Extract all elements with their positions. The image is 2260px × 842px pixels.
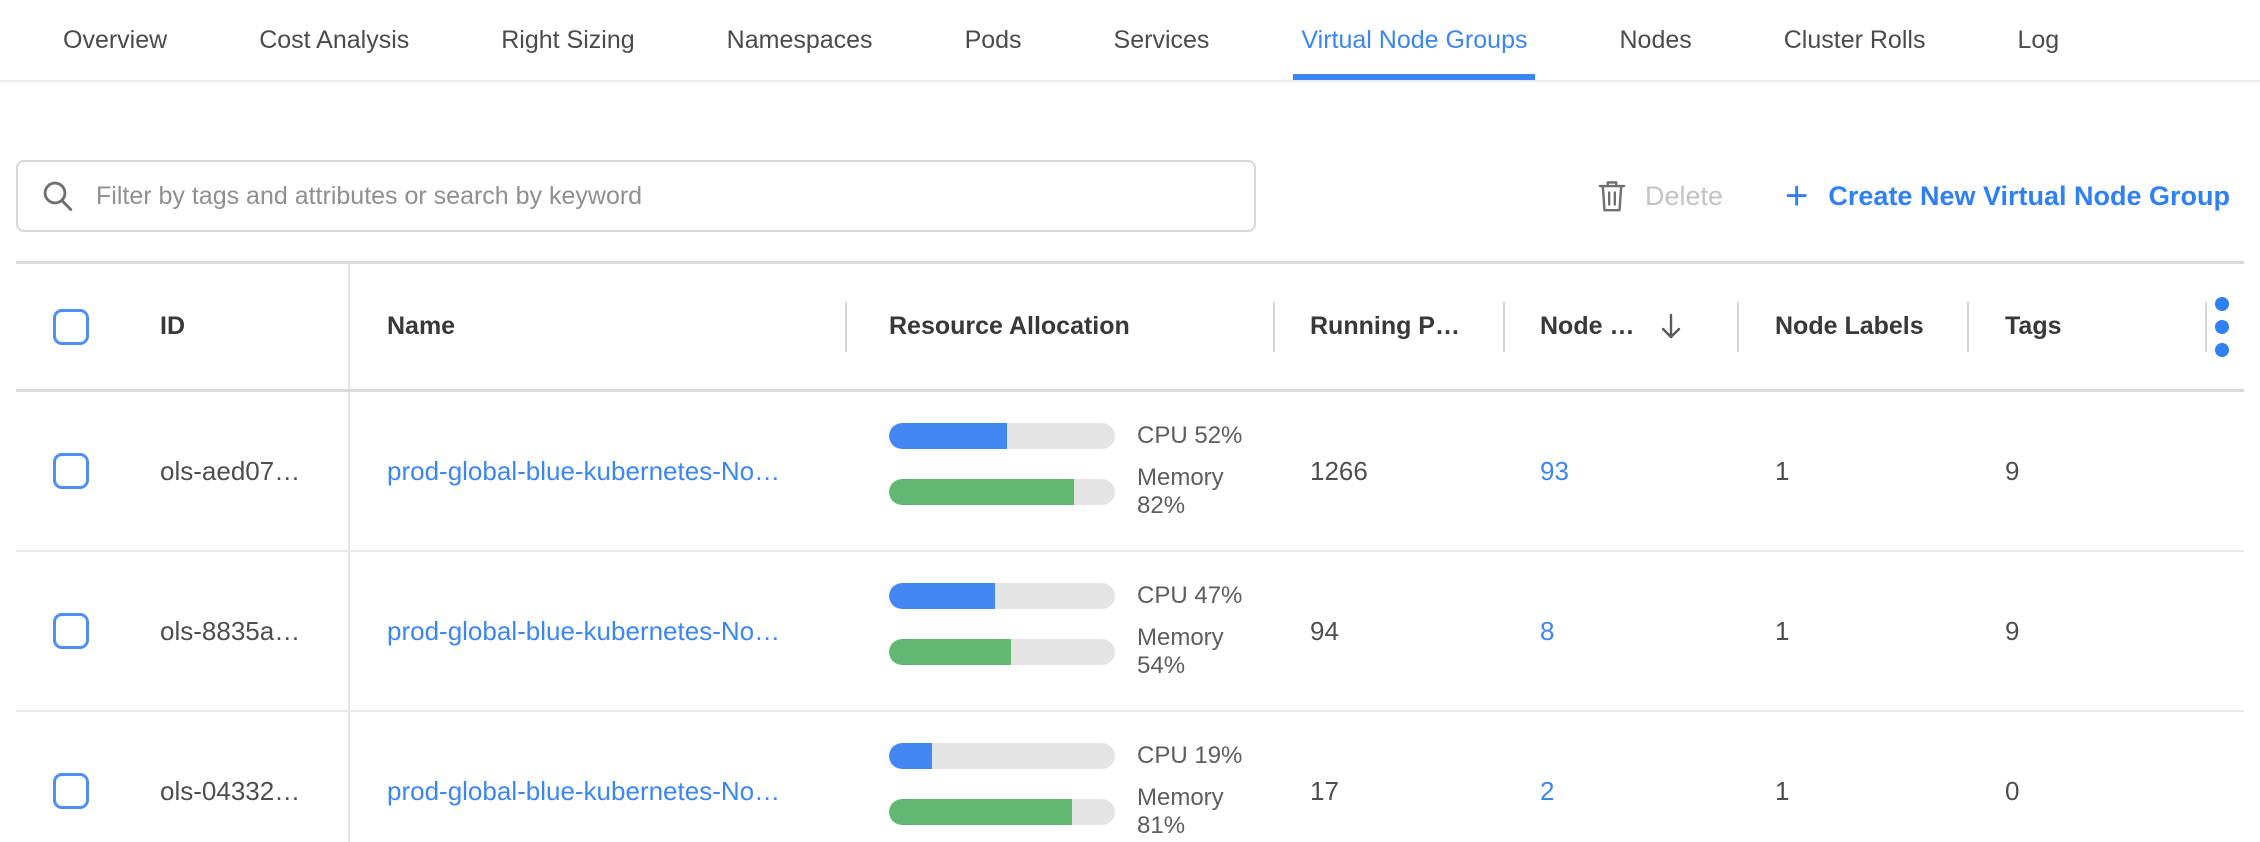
sort-descending-icon[interactable] bbox=[1658, 311, 1684, 343]
cpu-label: CPU 52% bbox=[1137, 422, 1242, 450]
header-node-labels[interactable]: Node Labels bbox=[1737, 264, 1967, 389]
toolbar-actions: Delete + Create New Virtual Node Group bbox=[1595, 176, 2244, 216]
column-divider bbox=[845, 302, 847, 352]
header-select-all-cell bbox=[16, 264, 110, 389]
vng-name-link[interactable]: prod-global-blue-kubernetes-No… bbox=[387, 616, 780, 647]
memory-bar bbox=[889, 799, 1115, 825]
search-icon bbox=[40, 178, 76, 214]
resource-allocation-cell: CPU 47% Memory 54% bbox=[845, 552, 1273, 710]
tab-overview[interactable]: Overview bbox=[63, 0, 167, 80]
create-virtual-node-group-button[interactable]: + Create New Virtual Node Group bbox=[1785, 176, 2230, 216]
toolbar: Delete + Create New Virtual Node Group bbox=[16, 160, 2244, 232]
top-tab-bar: Overview Cost Analysis Right Sizing Name… bbox=[0, 0, 2260, 82]
tab-pods[interactable]: Pods bbox=[965, 0, 1022, 80]
tab-cost-analysis[interactable]: Cost Analysis bbox=[259, 0, 409, 80]
tab-services[interactable]: Services bbox=[1114, 0, 1210, 80]
virtual-node-groups-table: ID Name Resource Allocation Running P… N… bbox=[16, 261, 2244, 842]
tab-nodes[interactable]: Nodes bbox=[1619, 0, 1691, 80]
memory-label: Memory 81% bbox=[1137, 784, 1273, 840]
running-pods-value: 17 bbox=[1273, 712, 1503, 842]
node-labels-value: 1 bbox=[1737, 552, 1967, 710]
select-all-checkbox[interactable] bbox=[53, 309, 89, 345]
resource-allocation-cell: CPU 19% Memory 81% bbox=[845, 712, 1273, 842]
vng-name-link[interactable]: prod-global-blue-kubernetes-No… bbox=[387, 776, 780, 807]
vng-id: ols-aed07… bbox=[110, 392, 348, 550]
node-labels-value: 1 bbox=[1737, 392, 1967, 550]
row-checkbox[interactable] bbox=[53, 613, 89, 649]
create-button-label: Create New Virtual Node Group bbox=[1828, 181, 2230, 212]
tab-virtual-node-groups[interactable]: Virtual Node Groups bbox=[1301, 0, 1527, 80]
header-name[interactable]: Name bbox=[348, 264, 845, 389]
tags-value: 0 bbox=[1967, 712, 2205, 842]
cpu-bar bbox=[889, 583, 1115, 609]
tab-log[interactable]: Log bbox=[2017, 0, 2059, 80]
column-divider bbox=[1503, 302, 1505, 352]
running-pods-value: 1266 bbox=[1273, 392, 1503, 550]
plus-icon: + bbox=[1785, 176, 1808, 216]
cpu-bar bbox=[889, 743, 1115, 769]
column-divider bbox=[1737, 302, 1739, 352]
table-header-row: ID Name Resource Allocation Running P… N… bbox=[16, 264, 2244, 392]
vng-id: ols-8835a… bbox=[110, 552, 348, 710]
header-id[interactable]: ID bbox=[110, 264, 348, 389]
nodes-count-link[interactable]: 8 bbox=[1540, 616, 1554, 647]
header-resource-allocation[interactable]: Resource Allocation bbox=[845, 264, 1273, 389]
search-input[interactable] bbox=[96, 182, 1232, 211]
filter-search-box[interactable] bbox=[16, 160, 1256, 232]
header-node-labels-label: Node Labels bbox=[1775, 312, 1924, 341]
delete-button[interactable]: Delete bbox=[1595, 177, 1723, 215]
memory-label: Memory 54% bbox=[1137, 624, 1273, 680]
resource-allocation-cell: CPU 52% Memory 82% bbox=[845, 392, 1273, 550]
memory-bar bbox=[889, 639, 1115, 665]
cpu-label: CPU 47% bbox=[1137, 582, 1242, 610]
tags-value: 9 bbox=[1967, 392, 2205, 550]
tab-right-sizing[interactable]: Right Sizing bbox=[501, 0, 634, 80]
header-nodes-label: Node … bbox=[1540, 312, 1634, 341]
tab-namespaces[interactable]: Namespaces bbox=[727, 0, 873, 80]
node-labels-value: 1 bbox=[1737, 712, 1967, 842]
nodes-count-link[interactable]: 2 bbox=[1540, 776, 1554, 807]
header-resource-allocation-label: Resource Allocation bbox=[889, 312, 1130, 341]
header-tags-label: Tags bbox=[2005, 312, 2062, 341]
column-settings-kebab-icon[interactable] bbox=[2215, 297, 2229, 357]
header-running-pods[interactable]: Running P… bbox=[1273, 264, 1503, 389]
column-divider bbox=[2205, 302, 2207, 352]
column-divider bbox=[1967, 302, 1969, 352]
cpu-bar bbox=[889, 423, 1115, 449]
header-menu-cell bbox=[2205, 264, 2244, 389]
nodes-count-link[interactable]: 93 bbox=[1540, 456, 1569, 487]
table-row: ols-04332… prod-global-blue-kubernetes-N… bbox=[16, 712, 2244, 842]
header-nodes[interactable]: Node … bbox=[1503, 264, 1737, 389]
table-row: ols-aed07… prod-global-blue-kubernetes-N… bbox=[16, 392, 2244, 552]
vng-id: ols-04332… bbox=[110, 712, 348, 842]
tags-value: 9 bbox=[1967, 552, 2205, 710]
tab-cluster-rolls[interactable]: Cluster Rolls bbox=[1784, 0, 1926, 80]
memory-bar bbox=[889, 479, 1115, 505]
running-pods-value: 94 bbox=[1273, 552, 1503, 710]
header-tags[interactable]: Tags bbox=[1967, 264, 2205, 389]
column-divider bbox=[1273, 302, 1275, 352]
row-checkbox[interactable] bbox=[53, 453, 89, 489]
table-row: ols-8835a… prod-global-blue-kubernetes-N… bbox=[16, 552, 2244, 712]
header-running-pods-label: Running P… bbox=[1310, 312, 1460, 341]
memory-label: Memory 82% bbox=[1137, 464, 1273, 520]
trash-icon bbox=[1595, 177, 1629, 215]
delete-button-label: Delete bbox=[1645, 181, 1723, 212]
cpu-label: CPU 19% bbox=[1137, 742, 1242, 770]
vng-name-link[interactable]: prod-global-blue-kubernetes-No… bbox=[387, 456, 780, 487]
row-checkbox[interactable] bbox=[53, 773, 89, 809]
